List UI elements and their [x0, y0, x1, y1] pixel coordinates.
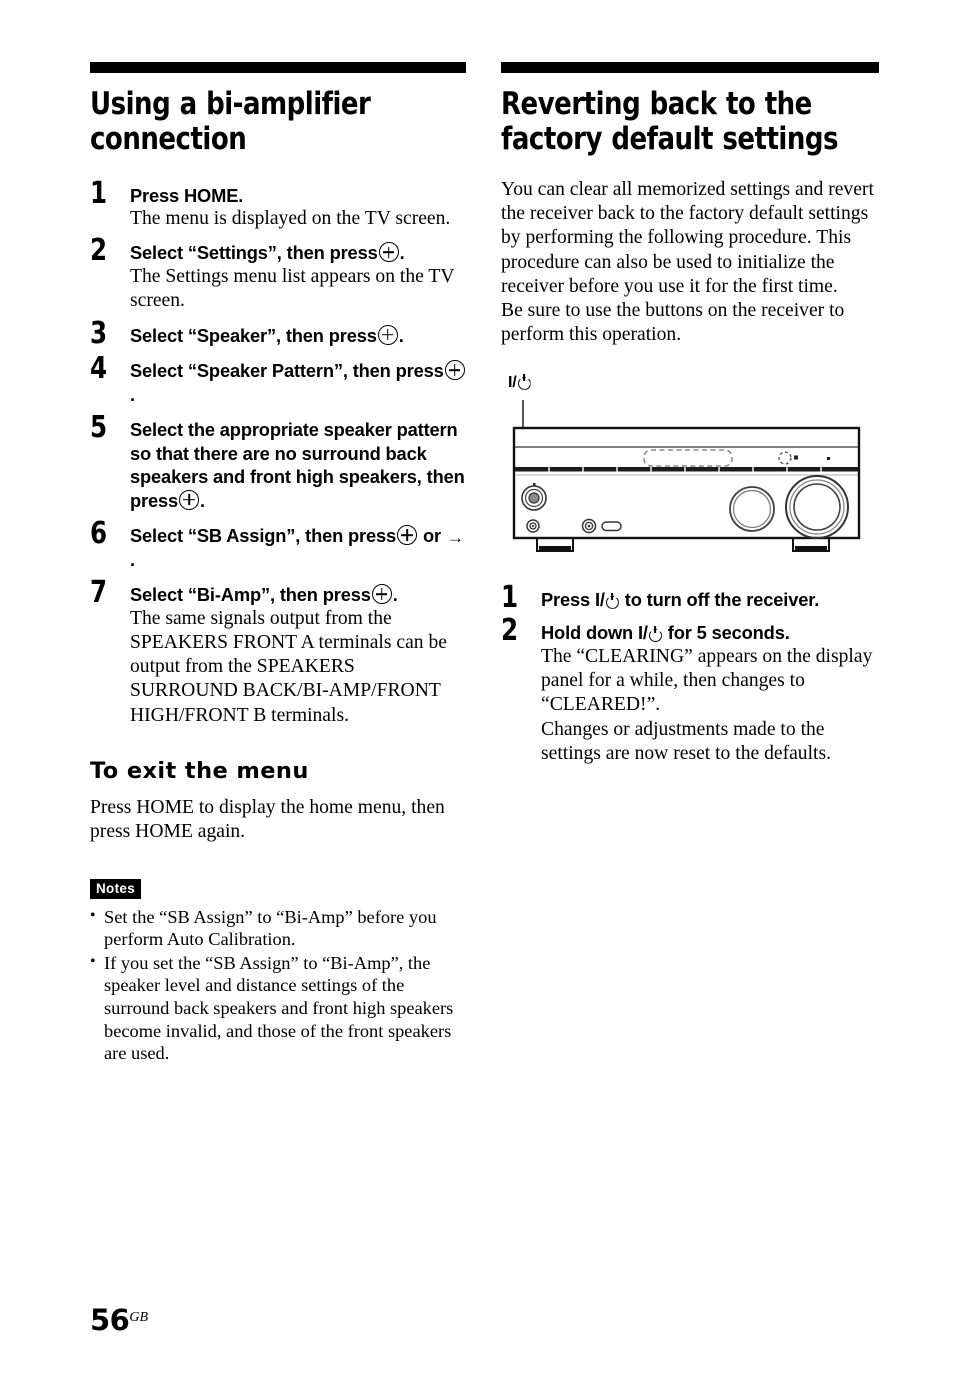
step-number: 1 — [501, 579, 519, 615]
notes-list: Set the “SB Assign” to “Bi-Amp” before y… — [90, 905, 466, 1065]
power-icon — [605, 593, 620, 608]
step-number: 3 — [90, 315, 108, 351]
step-instruction-suffix: . — [200, 489, 205, 511]
exit-menu-heading: To exit the menu — [90, 758, 309, 785]
receiver-foot-right-pad — [795, 545, 827, 551]
receiver-illustration — [512, 399, 861, 552]
step-number: 2 — [90, 233, 108, 269]
front-button-strip — [515, 466, 858, 472]
step-instruction-text: Select “Bi-Amp”, then press — [130, 584, 371, 606]
step-number: 2 — [501, 613, 519, 649]
step-detail: The menu is displayed on the TV screen. — [130, 208, 451, 230]
step-instruction-text: Press I/ — [541, 588, 605, 610]
step-number: 5 — [90, 410, 108, 446]
region-code: GB — [129, 1310, 149, 1325]
receiver-front-panel-figure: I/ — [501, 374, 879, 564]
step-instruction-text: Select “Speaker”, then press — [130, 324, 377, 346]
step-item: 1 Press I/ to turn off the receiver. — [501, 582, 879, 612]
arrow-right-icon: → — [446, 528, 464, 548]
step-instruction: Press HOME. — [130, 184, 466, 208]
step-instruction-text: Select “Settings”, then press — [130, 242, 378, 264]
step-item: 1 Press HOME. The menu is displayed on t… — [90, 178, 466, 232]
section-rule-left — [90, 62, 466, 73]
step-instruction-text: Select “Speaker Pattern”, then press — [130, 360, 444, 382]
step-item: 5 Select the appropriate speaker pattern… — [90, 413, 466, 512]
step-item: 7 Select “Bi-Amp”, then press. The same … — [90, 578, 466, 728]
step-instruction-suffix: . — [130, 548, 135, 570]
step-item: 2 Hold down I/ for 5 seconds. The “CLEAR… — [501, 616, 879, 766]
note-item: If you set the “SB Assign” to “Bi-Amp”, … — [90, 951, 466, 1065]
enter-button-icon — [378, 242, 399, 263]
intro-paragraph-2: Be sure to use the buttons on the receiv… — [501, 300, 845, 346]
notes-badge: Notes — [90, 878, 142, 899]
indicator-dot — [827, 456, 830, 460]
exit-menu-text: Press HOME to display the home menu, the… — [90, 797, 445, 843]
note-item: Set the “SB Assign” to “Bi-Amp” before y… — [90, 905, 466, 951]
step-number: 1 — [90, 175, 108, 211]
left-column: Using a bi-amplifier connection 1 Press … — [90, 62, 466, 1066]
indicator-square — [794, 455, 798, 460]
step-detail: The “CLEARING” appears on the display pa… — [541, 645, 873, 716]
power-icon — [648, 626, 663, 641]
receiver-foot-left-pad — [539, 545, 571, 551]
step-instruction: Select “SB Assign”, then press or →. — [130, 524, 466, 571]
step-instruction-text: Hold down I/ — [541, 622, 648, 644]
step-number: 4 — [90, 351, 108, 387]
step-instruction-suffix: . — [399, 242, 405, 264]
step-instruction-suffix: for 5 seconds. — [667, 622, 790, 644]
step-instruction: Press I/ to turn off the receiver. — [541, 588, 879, 612]
enter-button-icon — [179, 489, 200, 510]
steps-list-left: 1 Press HOME. The menu is displayed on t… — [90, 178, 466, 728]
step-instruction-suffix: . — [392, 584, 398, 606]
step-instruction: Select “Speaker”, then press. — [130, 324, 466, 348]
receiver-chassis — [512, 426, 861, 539]
section-rule-right — [501, 62, 879, 73]
step-detail: The same signals output from the SPEAKER… — [130, 607, 447, 726]
step-number: 6 — [90, 516, 108, 552]
step-item: 3 Select “Speaker”, then press. — [90, 318, 466, 348]
enter-button-icon — [397, 525, 418, 546]
step-instruction-suffix: . — [398, 324, 404, 346]
step-instruction-suffix: to turn off the receiver. — [624, 588, 820, 610]
page-title-right: Reverting back to the factory default se… — [501, 86, 838, 158]
intro-paragraph-1: You can clear all memorized settings and… — [501, 178, 874, 297]
step-instruction: Select “Bi-Amp”, then press. — [130, 583, 466, 607]
step-instruction: Select the appropriate speaker pattern s… — [130, 418, 466, 512]
step-detail: The Settings menu list appears on the TV… — [130, 265, 455, 312]
step-item: 4 Select “Speaker Pattern”, then press. — [90, 354, 466, 406]
power-button-cap — [528, 492, 540, 504]
enter-button-icon — [377, 324, 398, 345]
step-instruction-suffix: . — [130, 383, 135, 405]
manual-page: Using a bi-amplifier connection 1 Press … — [0, 0, 954, 1373]
right-column: Reverting back to the factory default se… — [501, 62, 879, 766]
step-item: 6 Select “SB Assign”, then press or →. — [90, 519, 466, 571]
enter-button-icon — [444, 360, 465, 381]
page-title-left: Using a bi-amplifier connection — [90, 86, 371, 158]
steps-list-right: 1 Press I/ to turn off the receiver. 2 H… — [501, 582, 879, 766]
step-instruction-text: Press HOME. — [130, 184, 244, 206]
step-item: 2 Select “Settings”, then press. The Set… — [90, 236, 466, 313]
step-instruction-text: Select “SB Assign”, then press — [130, 525, 397, 547]
step-instruction-conjunction: or — [423, 525, 441, 547]
enter-button-icon — [371, 584, 392, 605]
step-instruction: Hold down I/ for 5 seconds. — [541, 621, 879, 645]
step-instruction: Select “Settings”, then press. — [130, 241, 466, 265]
step-instruction: Select “Speaker Pattern”, then press. — [130, 359, 466, 406]
step-detail: Changes or adjustments made to the setti… — [541, 718, 832, 764]
mic-jack-center — [587, 524, 591, 528]
page-folio: 56GB — [90, 1306, 148, 1335]
step-number: 7 — [90, 575, 108, 611]
page-number: 56 — [90, 1303, 130, 1337]
headphone-jack-center — [531, 524, 535, 527]
